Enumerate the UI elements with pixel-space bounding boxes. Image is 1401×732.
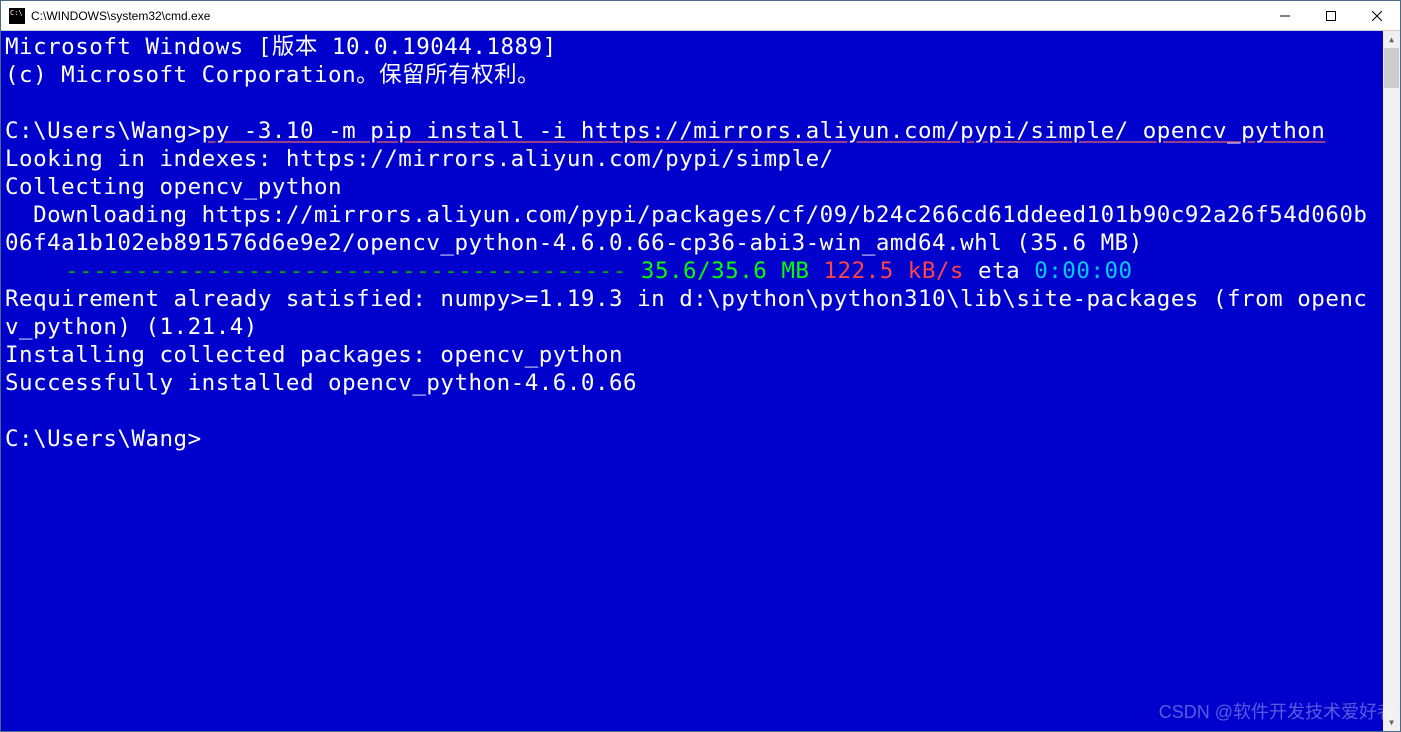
minimize-button[interactable] bbox=[1262, 1, 1308, 30]
output-line: Downloading https://mirrors.aliyun.com/p… bbox=[5, 201, 1379, 257]
output-line: Collecting opencv_python bbox=[5, 173, 1379, 201]
output-line: Requirement already satisfied: numpy>=1.… bbox=[5, 285, 1379, 341]
progress-bar: ---------------------------------------- bbox=[65, 258, 641, 284]
blank-line bbox=[5, 89, 1379, 117]
titlebar[interactable]: C:\WINDOWS\system32\cmd.exe bbox=[1, 1, 1400, 31]
close-button[interactable] bbox=[1354, 1, 1400, 30]
output-line: Successfully installed opencv_python-4.6… bbox=[5, 369, 1379, 397]
scrollbar-up-arrow[interactable]: ▲ bbox=[1383, 31, 1400, 48]
cmd-window: C:\WINDOWS\system32\cmd.exe Microsoft Wi… bbox=[0, 0, 1401, 732]
window-controls bbox=[1262, 1, 1400, 30]
cmd-icon bbox=[9, 8, 25, 24]
progress-eta-label: eta bbox=[964, 258, 1034, 284]
progress-speed: 122.5 kB/s bbox=[809, 258, 964, 284]
maximize-button[interactable] bbox=[1308, 1, 1354, 30]
progress-line: ----------------------------------------… bbox=[5, 257, 1379, 285]
prompt-path: C:\Users\Wang> bbox=[5, 425, 1379, 453]
progress-size: 35.6/35.6 MB bbox=[641, 258, 810, 284]
terminal-area: Microsoft Windows [版本 10.0.19044.1889](c… bbox=[1, 31, 1400, 731]
window-title: C:\WINDOWS\system32\cmd.exe bbox=[31, 9, 1262, 23]
terminal-content[interactable]: Microsoft Windows [版本 10.0.19044.1889](c… bbox=[1, 31, 1383, 731]
scrollbar-track[interactable] bbox=[1383, 48, 1400, 714]
command-input: py -3.10 -m pip install -i https://mirro… bbox=[202, 118, 1326, 144]
output-line: Installing collected packages: opencv_py… bbox=[5, 341, 1379, 369]
vertical-scrollbar[interactable]: ▲ ▼ bbox=[1383, 31, 1400, 731]
os-header-line: Microsoft Windows [版本 10.0.19044.1889] bbox=[5, 33, 1379, 61]
scrollbar-thumb[interactable] bbox=[1384, 48, 1399, 88]
prompt-line: C:\Users\Wang>py -3.10 -m pip install -i… bbox=[5, 117, 1379, 145]
prompt-path: C:\Users\Wang> bbox=[5, 118, 202, 144]
blank-line bbox=[5, 397, 1379, 425]
scrollbar-down-arrow[interactable]: ▼ bbox=[1383, 714, 1400, 731]
copyright-line: (c) Microsoft Corporation。保留所有权利。 bbox=[5, 61, 1379, 89]
output-line: Looking in indexes: https://mirrors.aliy… bbox=[5, 145, 1379, 173]
progress-eta: 0:00:00 bbox=[1034, 258, 1132, 284]
